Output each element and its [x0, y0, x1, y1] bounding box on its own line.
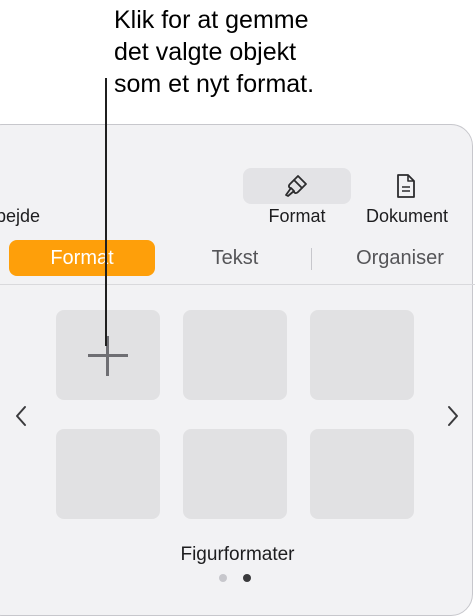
chevron-right-icon[interactable] [444, 403, 462, 429]
tab-format[interactable]: Format [9, 240, 155, 276]
chevron-left-icon[interactable] [12, 403, 30, 429]
style-slot[interactable] [183, 310, 287, 400]
style-slot[interactable] [310, 429, 414, 519]
styles-caption: Figurformater [180, 544, 295, 565]
tab-divider [311, 248, 312, 270]
callout-leader-line [105, 78, 107, 346]
page-dot-current[interactable] [243, 574, 251, 582]
document-toolbar-label: Dokument [365, 206, 449, 226]
page-indicator[interactable] [219, 574, 259, 584]
style-slot[interactable] [310, 310, 414, 400]
document-icon [397, 174, 415, 198]
paintbrush-icon [285, 175, 307, 197]
callout-text: Klik for at gemme det valgte objekt som … [114, 4, 314, 100]
format-toolbar-label: Format [268, 206, 326, 226]
callout-line-3: som et nyt format. [114, 70, 315, 98]
tab-tekst[interactable]: Tekst [165, 240, 305, 276]
style-slot[interactable] [56, 429, 160, 519]
add-style-button[interactable] [56, 310, 160, 400]
toolbar-clipped-label[interactable]: pejde [0, 206, 40, 227]
document-toolbar-button[interactable]: Dokument [356, 166, 458, 226]
tabs-separator [0, 284, 475, 285]
format-toolbar-button[interactable]: Format [243, 166, 351, 226]
tab-organiser[interactable]: Organiser [325, 240, 475, 276]
format-tabs: Format Tekst Organiser [5, 240, 475, 278]
callout-line-2: det valgte objekt [114, 38, 297, 66]
callout-line-1: Klik for at gemme [114, 6, 309, 34]
page-dot[interactable] [219, 574, 227, 582]
style-slot[interactable] [183, 429, 287, 519]
